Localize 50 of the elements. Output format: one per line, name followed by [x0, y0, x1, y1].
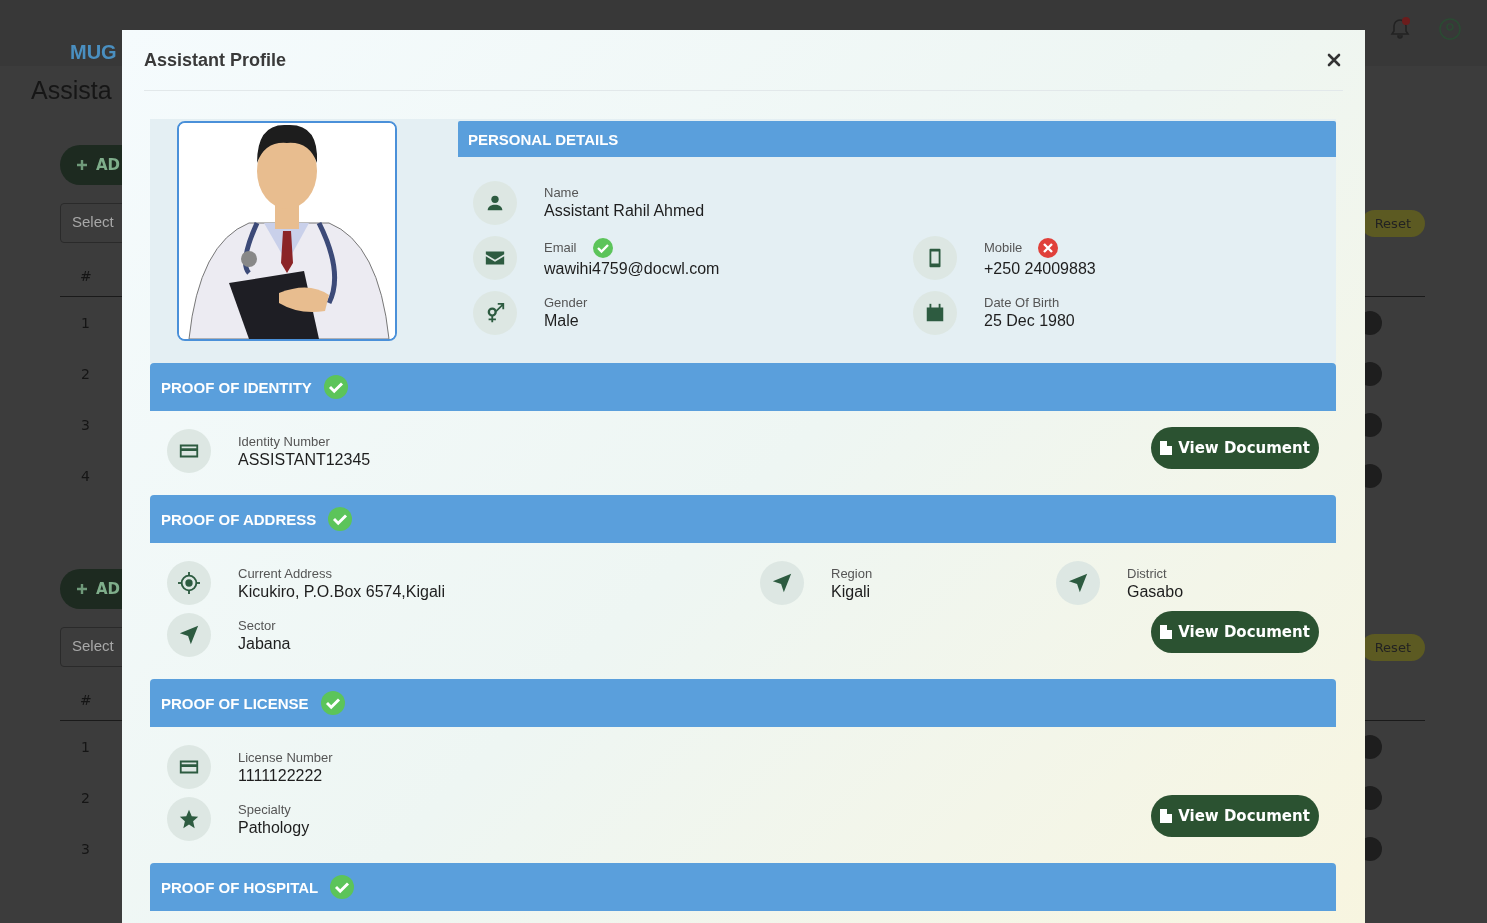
field-value: 25 Dec 1980	[984, 312, 1075, 330]
field-value: 1111122222	[238, 766, 324, 785]
field-label: Mobile	[984, 240, 1023, 255]
field-label: Identity Number	[238, 433, 331, 449]
card-icon	[167, 745, 211, 789]
field-value: Kicukiro, P.O.Box 6574,Kigali	[238, 582, 445, 601]
section-title: PROOF OF ADDRESS	[161, 510, 317, 528]
view-document-button[interactable]: View Document	[1151, 611, 1319, 653]
close-icon[interactable]	[1327, 53, 1341, 67]
column-header: #	[80, 692, 92, 708]
field-label: Date Of Birth	[984, 295, 1060, 310]
column-header: #	[80, 268, 92, 284]
field-value: +250 24009883	[984, 259, 1096, 278]
field-value: Assistant Rahil Ahmed	[544, 202, 705, 220]
document-icon	[1160, 441, 1173, 455]
envelope-icon	[473, 235, 517, 280]
gender-icon	[473, 290, 517, 335]
field-value: Male	[544, 312, 580, 330]
section-title: PROOF OF HOSPITAL	[161, 878, 319, 896]
field-value: ASSISTANT12345	[238, 450, 371, 469]
field-value: Kigali	[831, 582, 872, 601]
section-title: PROOF OF IDENTITY	[161, 378, 312, 396]
field-value: wawihi4759@docwl.com	[544, 259, 720, 278]
field-value: Jabana	[238, 634, 291, 653]
field-label: Gender	[544, 295, 588, 310]
section-title: PERSONAL DETAILS	[468, 130, 619, 148]
field-value: Gasabo	[1127, 582, 1184, 601]
field-label: Specialty	[238, 801, 292, 817]
logo-text: MUG	[70, 41, 117, 65]
document-icon	[1160, 625, 1173, 639]
view-document-button[interactable]: View Document	[1151, 427, 1319, 469]
field-label: Email	[544, 240, 577, 255]
field-label: Current Address	[238, 565, 333, 581]
phone-icon	[913, 235, 957, 280]
field-label: Sector	[238, 617, 277, 633]
target-icon	[167, 561, 211, 605]
person-icon	[473, 180, 517, 225]
field-label: Region	[831, 565, 873, 581]
plus-icon	[76, 159, 88, 171]
field-label: License Number	[238, 749, 333, 765]
dialog-title: Assistant Profile	[144, 49, 287, 71]
field-label: Name	[544, 185, 579, 200]
document-icon	[1160, 809, 1173, 823]
section-title: PROOF OF LICENSE	[161, 694, 309, 712]
plus-icon	[76, 583, 88, 595]
calendar-icon	[913, 290, 957, 335]
view-document-button[interactable]: View Document	[1151, 795, 1319, 837]
field-label: District	[1127, 565, 1168, 581]
card-icon	[167, 429, 211, 473]
field-value: Pathology	[238, 818, 310, 837]
